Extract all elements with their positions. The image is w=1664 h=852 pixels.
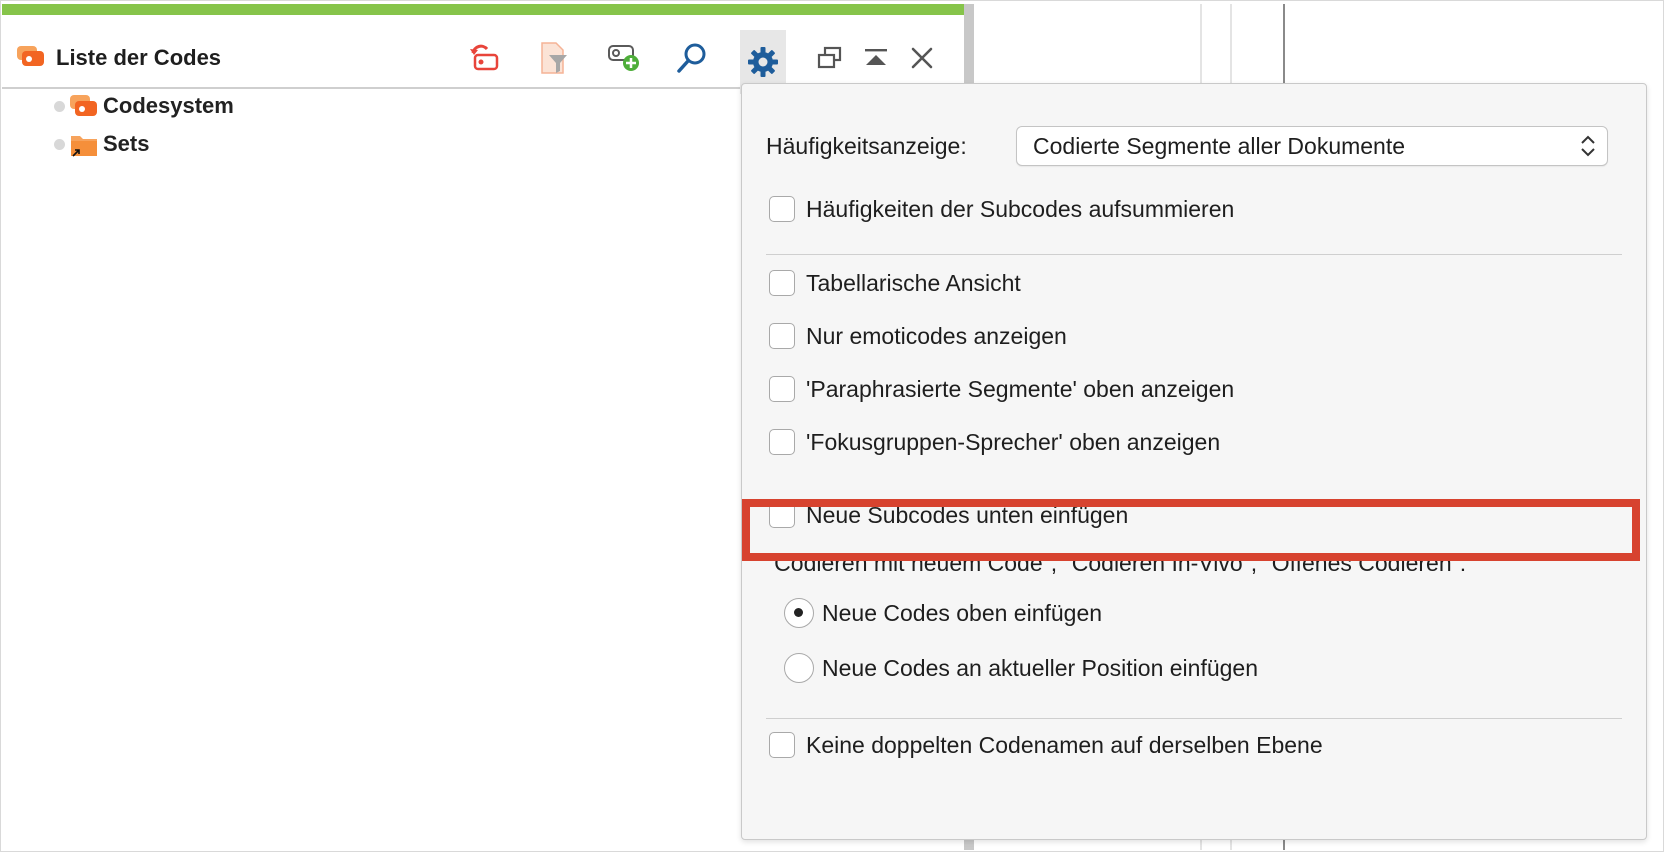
- undock-icon[interactable]: [810, 37, 850, 79]
- table-view-checkbox[interactable]: [769, 270, 795, 296]
- radio-top-label: Neue Codes oben einfügen: [822, 599, 1103, 626]
- search-icon[interactable]: [672, 37, 712, 79]
- chevron-updown-icon: [1581, 135, 1595, 157]
- radio-current-button[interactable]: [784, 653, 814, 683]
- panel-title: Liste der Codes: [56, 45, 222, 70]
- code-icon: [70, 95, 97, 116]
- separator: [766, 718, 1622, 719]
- focus-group-top-checkbox[interactable]: [769, 429, 795, 455]
- frequency-select-value: Codierte Segmente aller Dokumente: [1033, 133, 1406, 159]
- radio-top-option[interactable]: Neue Codes oben einfügen: [784, 597, 1102, 629]
- focus-group-top-option[interactable]: 'Fokusgruppen-Sprecher' oben anzeigen: [769, 427, 1220, 457]
- close-icon[interactable]: [902, 37, 942, 79]
- radio-current-option[interactable]: Neue Codes an aktueller Position einfüge…: [784, 652, 1258, 684]
- expand-dot-icon[interactable]: [54, 100, 65, 112]
- focus-group-top-label: 'Fokusgruppen-Sprecher' oben anzeigen: [806, 428, 1221, 455]
- paraphrased-top-label: 'Paraphrasierte Segmente' oben anzeigen: [806, 375, 1235, 402]
- settings-popup: Häufigkeitsanzeige: Codierte Segmente al…: [741, 83, 1647, 840]
- filter-document-icon[interactable]: [534, 37, 574, 79]
- folder-shortcut-icon: [71, 136, 97, 157]
- only-emoticodes-label: Nur emoticodes anzeigen: [806, 322, 1067, 349]
- no-duplicates-label: Keine doppelten Codenamen auf derselben …: [806, 731, 1323, 758]
- highlight-box: [742, 499, 1640, 561]
- no-duplicates-option[interactable]: Keine doppelten Codenamen auf derselben …: [769, 730, 1323, 760]
- radio-current-label: Neue Codes an aktueller Position einfüge…: [822, 654, 1259, 681]
- tree-item-label: Sets: [103, 131, 150, 156]
- tree-item-sets[interactable]: Sets: [54, 128, 149, 160]
- expand-dot-icon[interactable]: [54, 138, 65, 150]
- panel-accent-bar: [2, 4, 964, 15]
- paraphrased-top-option[interactable]: 'Paraphrasierte Segmente' oben anzeigen: [769, 374, 1234, 404]
- tree-item-codesystem[interactable]: Codesystem: [54, 90, 234, 122]
- panel-header: Liste der Codes: [2, 15, 964, 94]
- radio-top-button[interactable]: [784, 598, 814, 628]
- sum-subcodes-checkbox[interactable]: [769, 196, 795, 222]
- frequency-select[interactable]: Codierte Segmente aller Dokumente: [1016, 126, 1608, 166]
- no-duplicates-checkbox[interactable]: [769, 732, 795, 758]
- tree-item-label: Codesystem: [103, 93, 234, 118]
- only-emoticodes-option[interactable]: Nur emoticodes anzeigen: [769, 321, 1067, 351]
- table-view-label: Tabellarische Ansicht: [806, 269, 1021, 296]
- paraphrased-top-checkbox[interactable]: [769, 376, 795, 402]
- table-view-option[interactable]: Tabellarische Ansicht: [769, 268, 1021, 298]
- code-icon: [17, 46, 44, 66]
- code-reset-icon[interactable]: [464, 37, 504, 79]
- frequency-label: Häufigkeitsanzeige:: [766, 133, 967, 159]
- new-code-icon[interactable]: [604, 37, 644, 79]
- separator: [766, 254, 1622, 255]
- only-emoticodes-checkbox[interactable]: [769, 323, 795, 349]
- sum-subcodes-option[interactable]: Häufigkeiten der Subcodes aufsummieren: [769, 194, 1234, 224]
- sum-subcodes-label: Häufigkeiten der Subcodes aufsummieren: [806, 195, 1235, 222]
- collapse-icon[interactable]: [856, 37, 896, 79]
